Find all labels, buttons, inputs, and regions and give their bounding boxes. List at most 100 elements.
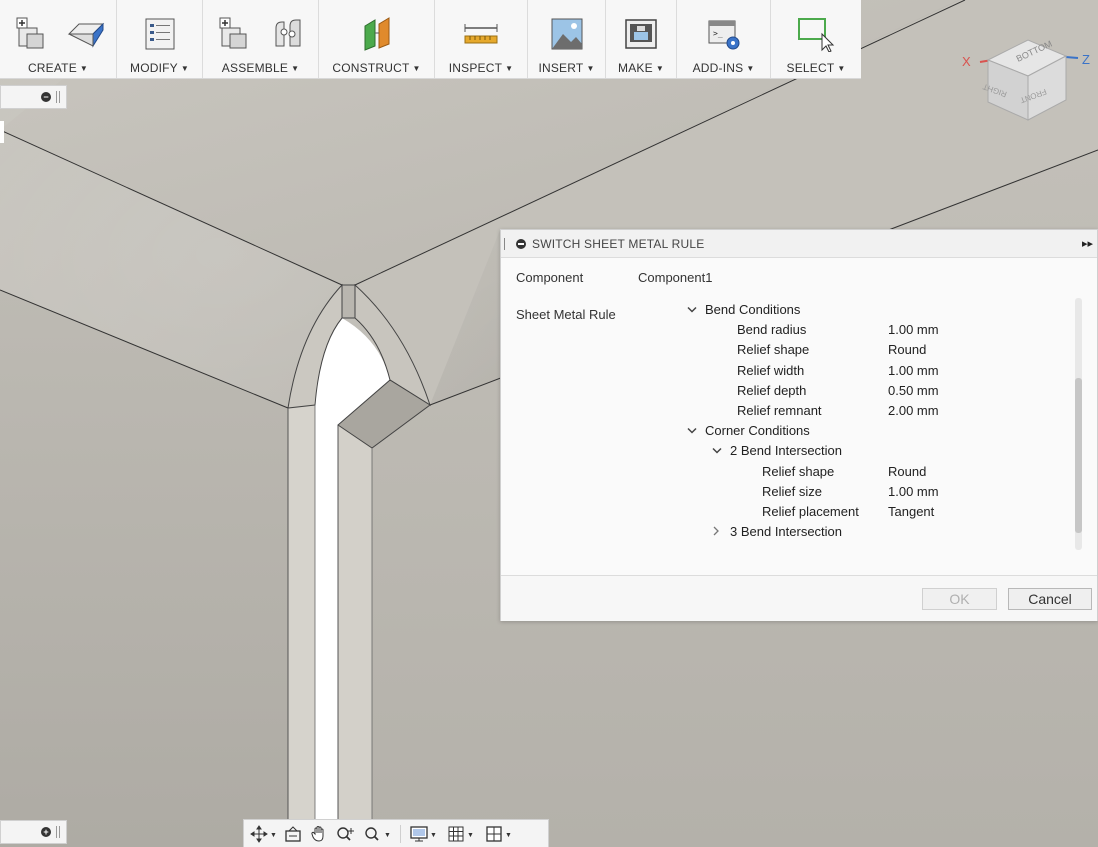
chevron-down-icon[interactable] [687, 301, 705, 321]
caret-down-icon: ▼ [79, 64, 89, 73]
tree-row: Relief remnant 2.00 mm [687, 401, 1067, 421]
dialog-collapse-icon[interactable] [516, 238, 526, 249]
sheet-metal-rule-label: Sheet Metal Rule [516, 307, 616, 322]
tree-row-label: Corner Conditions [705, 423, 810, 439]
toolbar-group-create[interactable]: CREATE ▼ [0, 0, 117, 78]
toolbar-group-insert[interactable]: INSERT ▼ [528, 0, 606, 78]
svg-text:▼: ▼ [467, 832, 474, 839]
collapse-panel-icon[interactable]: − [41, 92, 51, 102]
tree-row: Relief shape Round [687, 340, 1067, 360]
expand-panel-icon[interactable]: + [41, 827, 51, 837]
svg-text:▼: ▼ [384, 832, 391, 839]
tree-row-value: Round [888, 463, 927, 479]
toolbar-group-construct[interactable]: CONSTRUCT ▼ [319, 0, 435, 78]
caret-down-icon: ▼ [412, 64, 421, 73]
browser-edge-tab[interactable] [0, 121, 4, 143]
grid-settings-icon[interactable]: ▼ [447, 825, 477, 843]
select-menu-label: SELECT [786, 61, 835, 75]
svg-text:▼: ▼ [270, 832, 276, 839]
tree-row[interactable]: 2 Bend Intersection [687, 441, 1067, 461]
look-at-icon[interactable] [284, 825, 302, 843]
tree-row: Bend radius 1.00 mm [687, 320, 1067, 340]
extrude-sheet-icon[interactable] [65, 14, 105, 54]
tree-row-value: 1.00 mm [888, 362, 939, 378]
comments-panel-collapsed[interactable]: + [0, 820, 67, 844]
panel-grip-icon[interactable] [56, 91, 60, 103]
viewports-icon[interactable]: ▼ [485, 825, 515, 843]
caret-down-icon: ▼ [837, 64, 846, 73]
chevron-down-icon[interactable] [687, 422, 705, 442]
zoom-icon[interactable] [336, 825, 356, 843]
joint-icon[interactable] [268, 14, 308, 54]
construct-menu-label: CONSTRUCT [332, 61, 410, 75]
addins-menu-label: ADD-INS [692, 61, 744, 75]
measure-icon[interactable] [461, 14, 501, 54]
tree-row-value: 1.00 mm [888, 322, 939, 338]
scripts-addins-icon[interactable]: >_ [704, 14, 744, 54]
navigation-bar: ▼ ▼ ▼ ▼ ▼ [243, 819, 549, 847]
tree-row: Relief depth 0.50 mm [687, 381, 1067, 401]
ok-button[interactable]: OK [922, 588, 997, 610]
insert-menu-label: INSERT [538, 61, 584, 75]
tree-row[interactable]: 3 Bend Intersection [687, 522, 1067, 542]
tree-row-value: Round [888, 342, 927, 358]
caret-down-icon: ▼ [291, 64, 300, 73]
dialog-grip-icon[interactable] [504, 237, 507, 250]
offset-plane-icon[interactable] [357, 14, 397, 54]
svg-text:▼: ▼ [430, 832, 437, 839]
caret-down-icon: ▼ [655, 64, 664, 73]
cancel-button[interactable]: Cancel [1008, 588, 1092, 610]
display-settings-icon[interactable]: ▼ [409, 825, 439, 843]
tree-row-label: Relief depth [737, 382, 807, 398]
tree-row-value: 0.50 mm [888, 382, 939, 398]
toolbar-group-make[interactable]: MAKE ▼ [606, 0, 677, 78]
tree-row-label: 2 Bend Intersection [730, 443, 843, 459]
browser-panel-collapsed[interactable]: − [0, 85, 67, 109]
caret-down-icon: ▼ [505, 64, 514, 73]
dialog-expand-icon[interactable]: ▸▸ [1082, 237, 1093, 250]
toolbar-group-addins[interactable]: >_ ADD-INS ▼ [677, 0, 771, 78]
tree-row[interactable]: Corner Conditions [687, 421, 1067, 441]
chevron-down-icon[interactable] [712, 442, 730, 462]
new-component-icon[interactable] [11, 14, 51, 54]
tree-row-label: Relief shape [737, 342, 810, 358]
3d-print-icon[interactable] [621, 14, 661, 54]
fit-icon[interactable]: ▼ [364, 825, 392, 843]
dialog-title: SWITCH SHEET METAL RULE [532, 236, 705, 251]
tree-row-label: Relief size [762, 483, 822, 499]
toolbar-group-inspect[interactable]: INSPECT ▼ [435, 0, 528, 78]
component-value[interactable]: Component1 [638, 270, 712, 285]
create-menu-label: CREATE [27, 61, 77, 75]
rule-tree-scrollbar[interactable] [1075, 298, 1082, 550]
x-axis-label: X [962, 54, 971, 69]
tree-row: Relief placement Tangent [687, 502, 1067, 522]
chevron-right-icon[interactable] [712, 523, 730, 543]
select-window-icon[interactable] [796, 14, 836, 54]
sheet-metal-rule-tree[interactable]: Bend Conditions Bend radius 1.00 mm Relief … [687, 300, 1067, 542]
toolbar-group-modify[interactable]: MODIFY ▼ [117, 0, 203, 78]
tree-row-label: Bend radius [737, 322, 807, 338]
assemble-menu-label: ASSEMBLE [221, 61, 289, 75]
panel-grip-icon[interactable] [56, 826, 60, 838]
tree-row: Relief size 1.00 mm [687, 482, 1067, 502]
caret-down-icon: ▼ [586, 64, 595, 73]
tree-row[interactable]: Bend Conditions [687, 300, 1067, 320]
sheet-metal-rules-icon[interactable] [140, 14, 180, 54]
tree-row: Relief width 1.00 mm [687, 361, 1067, 381]
modify-menu-label: MODIFY [130, 61, 178, 75]
component-label: Component [516, 270, 584, 285]
new-component-assemble-icon[interactable] [214, 14, 254, 54]
pan-icon[interactable] [310, 825, 328, 843]
insert-image-icon[interactable] [547, 14, 587, 54]
tree-row-value: 2.00 mm [888, 402, 939, 418]
make-menu-label: MAKE [618, 61, 653, 75]
z-axis-label: Z [1082, 52, 1090, 67]
tree-row-label: Relief width [737, 362, 805, 378]
view-cube[interactable]: BOTTOM RIGHT FRONT X Z [958, 20, 1094, 130]
toolbar-group-assemble[interactable]: ASSEMBLE ▼ [203, 0, 319, 78]
toolbar-group-select[interactable]: SELECT ▼ [771, 0, 861, 78]
dialog-header[interactable]: SWITCH SHEET METAL RULE ▸▸ [501, 230, 1097, 258]
caret-down-icon: ▼ [180, 64, 189, 73]
scrollbar-thumb[interactable] [1075, 378, 1082, 533]
orbit-icon[interactable]: ▼ [250, 824, 276, 843]
